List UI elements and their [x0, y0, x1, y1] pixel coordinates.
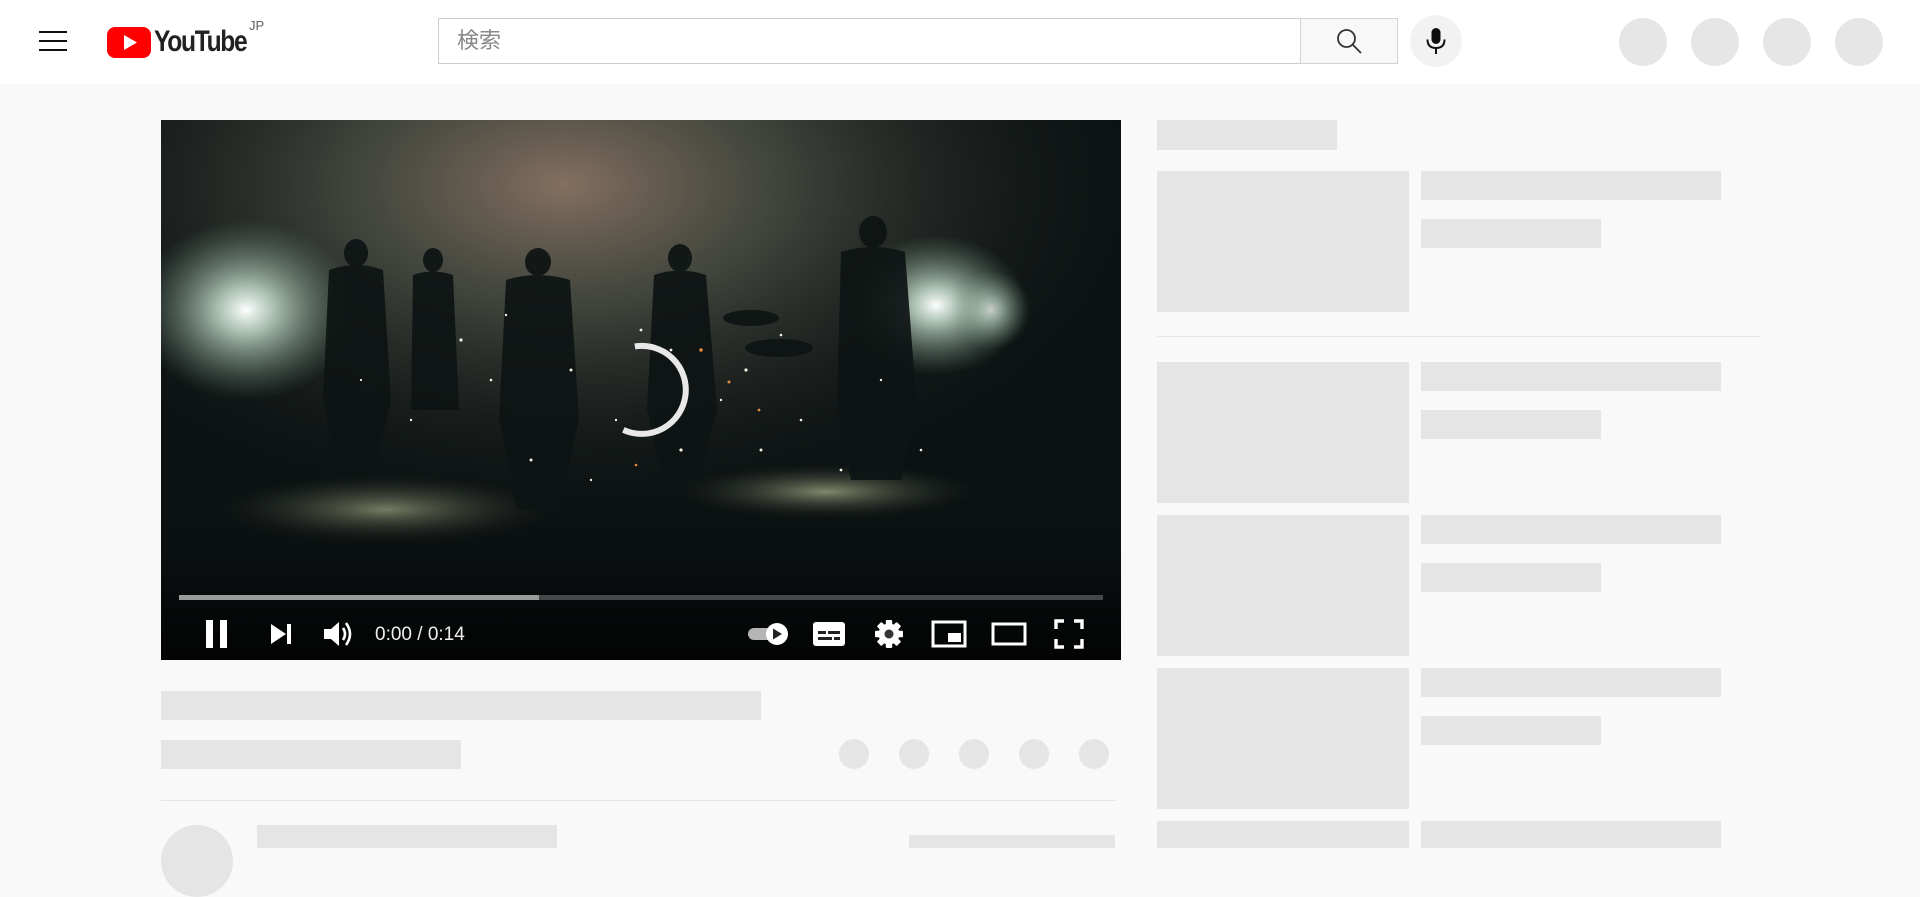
- subtitles-button[interactable]: [803, 610, 855, 658]
- miniplayer-button[interactable]: [923, 610, 975, 658]
- subtitles-icon: [813, 622, 845, 646]
- divider: [161, 800, 1116, 801]
- progress-bar[interactable]: [179, 595, 1103, 600]
- youtube-logo-icon: [107, 26, 151, 58]
- masthead: YouTube JP: [0, 0, 1920, 84]
- related-thumbnail-placeholder: [1157, 362, 1409, 503]
- search-box: [438, 18, 1300, 64]
- time-total: 0:14: [427, 624, 465, 645]
- next-icon: [271, 624, 291, 644]
- next-button[interactable]: [255, 610, 307, 658]
- country-code: JP: [249, 18, 265, 33]
- time-display: 0:00 / 0:14: [375, 620, 465, 650]
- subscribe-placeholder: [909, 835, 1115, 848]
- related-title-placeholder: [1421, 515, 1721, 544]
- pause-icon: [206, 620, 227, 648]
- autoplay-toggle[interactable]: [741, 610, 797, 658]
- action-placeholder-4: [1019, 739, 1049, 769]
- loading-spinner-icon: [622, 342, 689, 437]
- header-placeholder-1: [1619, 18, 1667, 66]
- action-placeholder-2: [899, 739, 929, 769]
- time-current: 0:00: [375, 624, 412, 645]
- settings-icon: [875, 620, 903, 648]
- voice-search-button[interactable]: [1410, 15, 1462, 67]
- volume-icon: [324, 622, 352, 646]
- related-meta-placeholder: [1421, 563, 1601, 592]
- pause-button[interactable]: [191, 610, 243, 658]
- youtube-logo[interactable]: YouTube: [107, 24, 267, 60]
- header-placeholder-3: [1763, 18, 1811, 66]
- search-input[interactable]: [439, 18, 1300, 64]
- action-placeholder-5: [1079, 739, 1109, 769]
- related-thumbnail-placeholder: [1157, 171, 1409, 312]
- related-title-placeholder: [1421, 362, 1721, 391]
- related-meta-placeholder: [1421, 716, 1601, 745]
- related-meta-placeholder: [1421, 410, 1601, 439]
- settings-button[interactable]: [863, 610, 915, 658]
- sidebar-header-placeholder: [1157, 120, 1337, 150]
- related-title-placeholder: [1421, 668, 1721, 697]
- search-icon: [1337, 29, 1362, 54]
- menu-icon[interactable]: [36, 24, 70, 58]
- channel-avatar-placeholder: [161, 825, 233, 897]
- action-placeholder-3: [959, 739, 989, 769]
- miniplayer-icon: [931, 620, 967, 648]
- related-meta-placeholder: [1421, 219, 1601, 248]
- related-title-placeholder: [1421, 821, 1721, 848]
- related-thumbnail-placeholder: [1157, 821, 1409, 848]
- autoplay-toggle-icon: [748, 623, 788, 645]
- volume-button[interactable]: [313, 610, 365, 658]
- header-placeholder-2: [1691, 18, 1739, 66]
- action-placeholder-1: [839, 739, 869, 769]
- related-thumbnail-placeholder: [1157, 668, 1409, 809]
- title-placeholder: [161, 691, 761, 720]
- video-player[interactable]: 0:00 / 0:14: [161, 120, 1121, 660]
- channel-name-placeholder: [257, 825, 557, 848]
- theater-mode-button[interactable]: [983, 610, 1035, 658]
- logo-text: YouTube: [154, 25, 248, 58]
- progress-buffered: [179, 595, 540, 600]
- sidebar-divider: [1157, 336, 1760, 337]
- time-separator: /: [417, 624, 423, 645]
- microphone-icon: [1426, 28, 1446, 54]
- related-thumbnail-placeholder: [1157, 515, 1409, 656]
- header-placeholder-4: [1835, 18, 1883, 66]
- theater-mode-icon: [991, 622, 1027, 646]
- search-button[interactable]: [1300, 18, 1398, 64]
- related-title-placeholder: [1421, 171, 1721, 200]
- fullscreen-button[interactable]: [1043, 610, 1095, 658]
- subtitle-placeholder: [161, 740, 461, 769]
- fullscreen-icon: [1054, 619, 1084, 649]
